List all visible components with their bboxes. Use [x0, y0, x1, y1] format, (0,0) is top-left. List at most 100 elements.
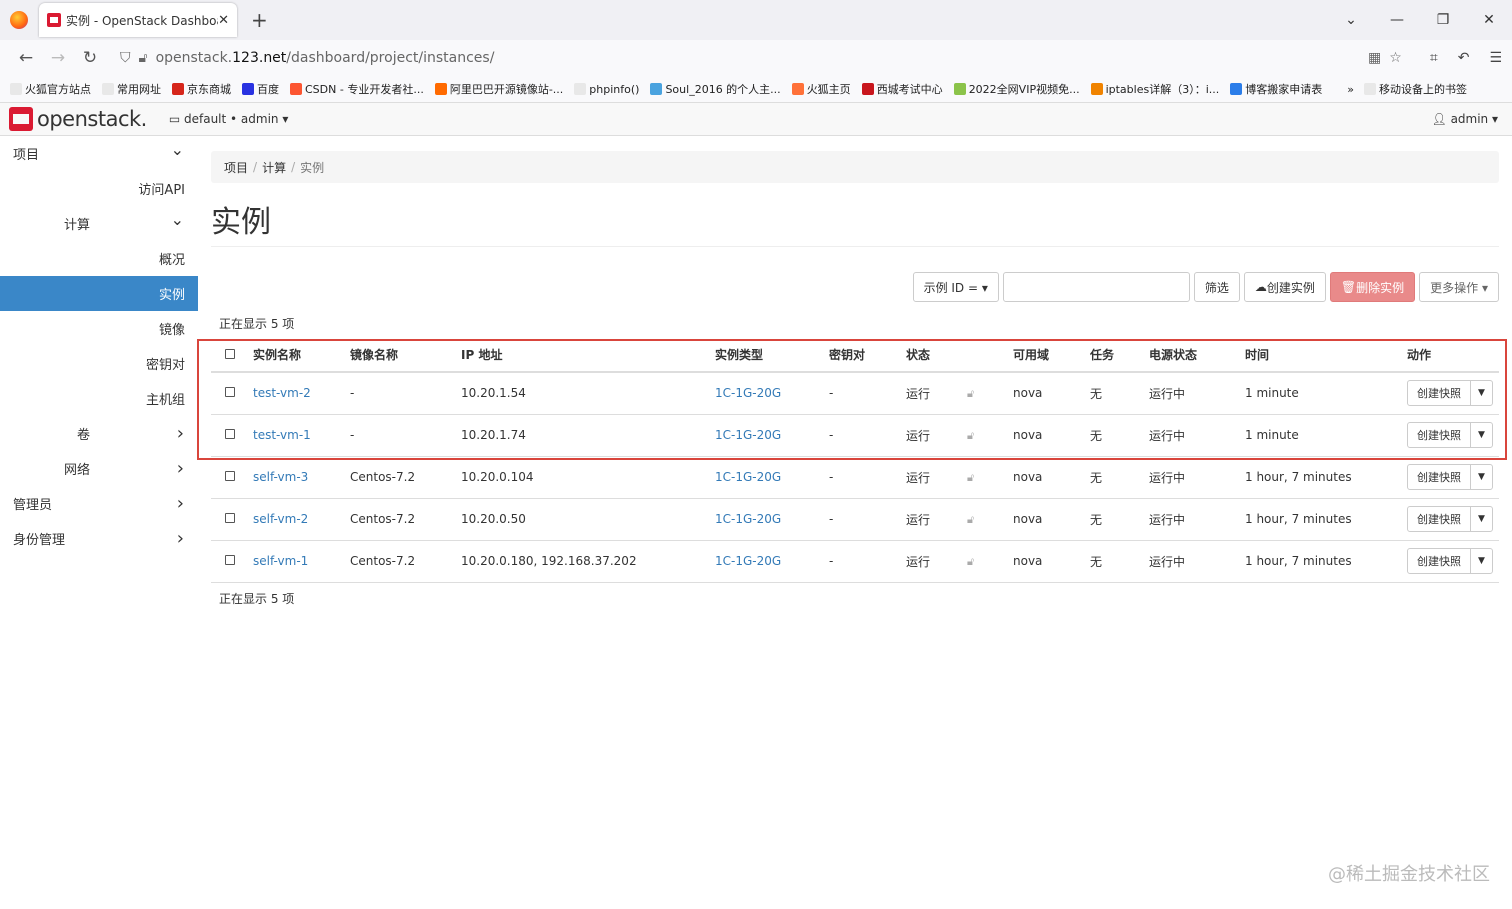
shield-icon[interactable]: ⛉ — [120, 50, 131, 66]
firefox-icon[interactable] — [10, 11, 28, 29]
bookmark-item[interactable]: 博客搬家申请表 — [1230, 81, 1322, 97]
column-header: 任务 — [1086, 338, 1145, 373]
bookmark-label: phpinfo() — [589, 82, 640, 96]
close-tab-icon[interactable]: ✕ — [218, 13, 229, 28]
sidebar-item[interactable]: 项目 ⌄ — [0, 136, 198, 171]
caret-down-icon[interactable]: ▼ — [1470, 507, 1492, 531]
column-header: 动作 — [1403, 338, 1499, 373]
bookmark-item[interactable]: 2022全网VIP视频免... — [953, 81, 1080, 97]
more-actions-button[interactable]: 更多操作 ▾ — [1419, 272, 1499, 302]
ip-address: 10.20.1.74 — [457, 414, 711, 457]
flavor-link[interactable]: 1C-1G-20G — [715, 554, 781, 568]
row-checkbox[interactable] — [225, 387, 235, 398]
task: 无 — [1086, 372, 1145, 415]
row-checkbox[interactable] — [225, 555, 235, 565]
sidebar-item[interactable]: 密钥对 — [0, 346, 198, 381]
create-instance-button[interactable]: ☁︎ 创建实例 — [1243, 272, 1326, 302]
qr-code-icon[interactable]: ▦ — [1368, 50, 1381, 66]
instance-name-link[interactable]: self-vm-3 — [253, 470, 308, 484]
back-icon[interactable]: ← — [10, 48, 42, 68]
filter-field-select[interactable]: 示例 ID = ▾ — [912, 272, 999, 302]
insecure-lock-icon[interactable]: 🔓︎ — [139, 50, 148, 66]
row-checkbox[interactable] — [225, 471, 235, 481]
availability-zone: nova — [1009, 456, 1086, 499]
breadcrumb-project[interactable]: 项目 — [224, 159, 248, 176]
instance-name-link[interactable]: test-vm-2 — [253, 386, 311, 400]
ip-address: 10.20.0.104 — [457, 456, 711, 499]
image-name: Centos-7.2 — [346, 540, 457, 583]
new-tab-icon[interactable]: + — [251, 8, 268, 32]
bookmark-icon — [861, 83, 874, 95]
forward-icon[interactable]: → — [42, 48, 74, 68]
user-menu[interactable]: 👤︎ admin ▾ — [1432, 112, 1499, 126]
openstack-logo-icon — [9, 107, 33, 131]
undo-icon[interactable]: ↶ — [1458, 50, 1470, 66]
breadcrumb-compute[interactable]: 计算 — [262, 159, 286, 176]
restore-icon[interactable]: ❐ — [1420, 12, 1466, 28]
caret-down-icon[interactable]: ▼ — [1470, 549, 1492, 573]
bookmark-star-icon[interactable]: ☆ — [1389, 50, 1402, 66]
delete-instances-button[interactable]: 🗑︎ 删除实例 — [1329, 272, 1416, 302]
create-snapshot-button[interactable]: 创建快照 — [1408, 423, 1470, 447]
instance-name-link[interactable]: self-vm-1 — [253, 554, 308, 568]
bookmark-item[interactable]: 百度 — [242, 81, 279, 97]
status: 运行 — [902, 456, 963, 499]
create-snapshot-button[interactable]: 创建快照 — [1408, 381, 1470, 405]
openstack-logo[interactable]: openstack. — [9, 107, 147, 131]
caret-down-icon[interactable]: ▼ — [1470, 381, 1492, 406]
flavor-link[interactable]: 1C-1G-20G — [715, 386, 781, 400]
bookmark-item[interactable]: 京东商城 — [172, 81, 231, 97]
sidebar-item[interactable]: 计算 ⌄ — [0, 206, 198, 241]
showing-count-top: 正在显示 5 项 — [219, 317, 295, 331]
browser-tab[interactable]: 实例 - OpenStack Dashboard ✕ — [39, 3, 237, 37]
sidebar-item[interactable]: 镜像 — [0, 311, 198, 346]
instance-name-link[interactable]: test-vm-1 — [253, 428, 311, 442]
reload-icon[interactable]: ↻ — [74, 48, 106, 68]
sidebar-item[interactable]: 访问API — [0, 171, 198, 206]
sidebar-item[interactable]: 管理员 › — [0, 486, 198, 521]
bookmark-item[interactable]: 移动设备上的书签 — [1364, 81, 1467, 97]
column-header: 密钥对 — [825, 338, 902, 373]
flavor-link[interactable]: 1C-1G-20G — [715, 512, 781, 526]
sidebar-item[interactable]: 实例 — [0, 276, 198, 311]
tab-list-icon[interactable]: ⌄ — [1328, 12, 1374, 28]
caret-down-icon[interactable]: ▼ — [1470, 423, 1492, 447]
instance-name-link[interactable]: self-vm-2 — [253, 512, 308, 526]
bookmark-item[interactable]: phpinfo() — [574, 83, 639, 96]
sidebar-item[interactable]: 网络 › — [0, 451, 198, 486]
bookmark-item[interactable]: 火狐主页 — [791, 81, 851, 97]
bookmark-item[interactable]: iptables详解（3）：i... — [1090, 81, 1219, 97]
url-bar[interactable]: ⛉ 🔓︎ openstack. 123.net/dashboard/project… — [120, 43, 1410, 73]
sidebar-item[interactable]: 身份管理 › — [0, 521, 198, 556]
filter-button[interactable]: 筛选 — [1193, 272, 1240, 302]
flavor-link[interactable]: 1C-1G-20G — [715, 470, 781, 484]
sidebar-item[interactable]: 卷 › — [0, 416, 198, 451]
create-snapshot-button[interactable]: 创建快照 — [1408, 507, 1470, 531]
bookmark-item[interactable]: 常用网址 — [102, 81, 161, 97]
bookmark-icon — [434, 83, 447, 95]
sidebar-item[interactable]: 概况 — [0, 241, 198, 276]
bookmark-item[interactable]: Soul_2016 的个人主... — [650, 81, 781, 97]
flavor-link[interactable]: 1C-1G-20G — [715, 428, 781, 442]
filter-input[interactable] — [1002, 272, 1190, 302]
bookmark-item[interactable]: 火狐官方站点 — [10, 81, 91, 97]
bookmarks-overflow-icon[interactable]: » — [1347, 83, 1354, 96]
sidebar-item[interactable]: 主机组 — [0, 381, 198, 416]
bookmark-item[interactable]: CSDN - 专业开发者社... — [290, 81, 424, 97]
row-checkbox[interactable] — [225, 513, 235, 523]
row-checkbox[interactable] — [225, 429, 235, 439]
create-snapshot-button[interactable]: 创建快照 — [1408, 465, 1470, 489]
trash-icon: 🗑︎ — [1340, 280, 1357, 294]
project-selector[interactable]: ▭ default • admin ▾ — [169, 112, 289, 126]
select-all-checkbox[interactable] — [225, 348, 235, 359]
browser-tab-bar: 实例 - OpenStack Dashboard ✕ + ⌄ — ❐ ✕ — [0, 0, 1512, 40]
caret-down-icon[interactable]: ▼ — [1470, 465, 1492, 489]
bookmark-item[interactable]: 西城考试中心 — [861, 81, 943, 97]
crop-icon[interactable]: ⌗ — [1430, 50, 1438, 66]
close-window-icon[interactable]: ✕ — [1466, 12, 1512, 28]
bookmark-item[interactable]: 阿里巴巴开源镜像站-... — [434, 81, 563, 97]
create-snapshot-button[interactable]: 创建快照 — [1408, 549, 1470, 573]
showing-count-bottom: 正在显示 5 项 — [219, 592, 295, 606]
minimize-icon[interactable]: — — [1374, 12, 1420, 28]
menu-icon[interactable]: ☰ — [1489, 50, 1502, 66]
